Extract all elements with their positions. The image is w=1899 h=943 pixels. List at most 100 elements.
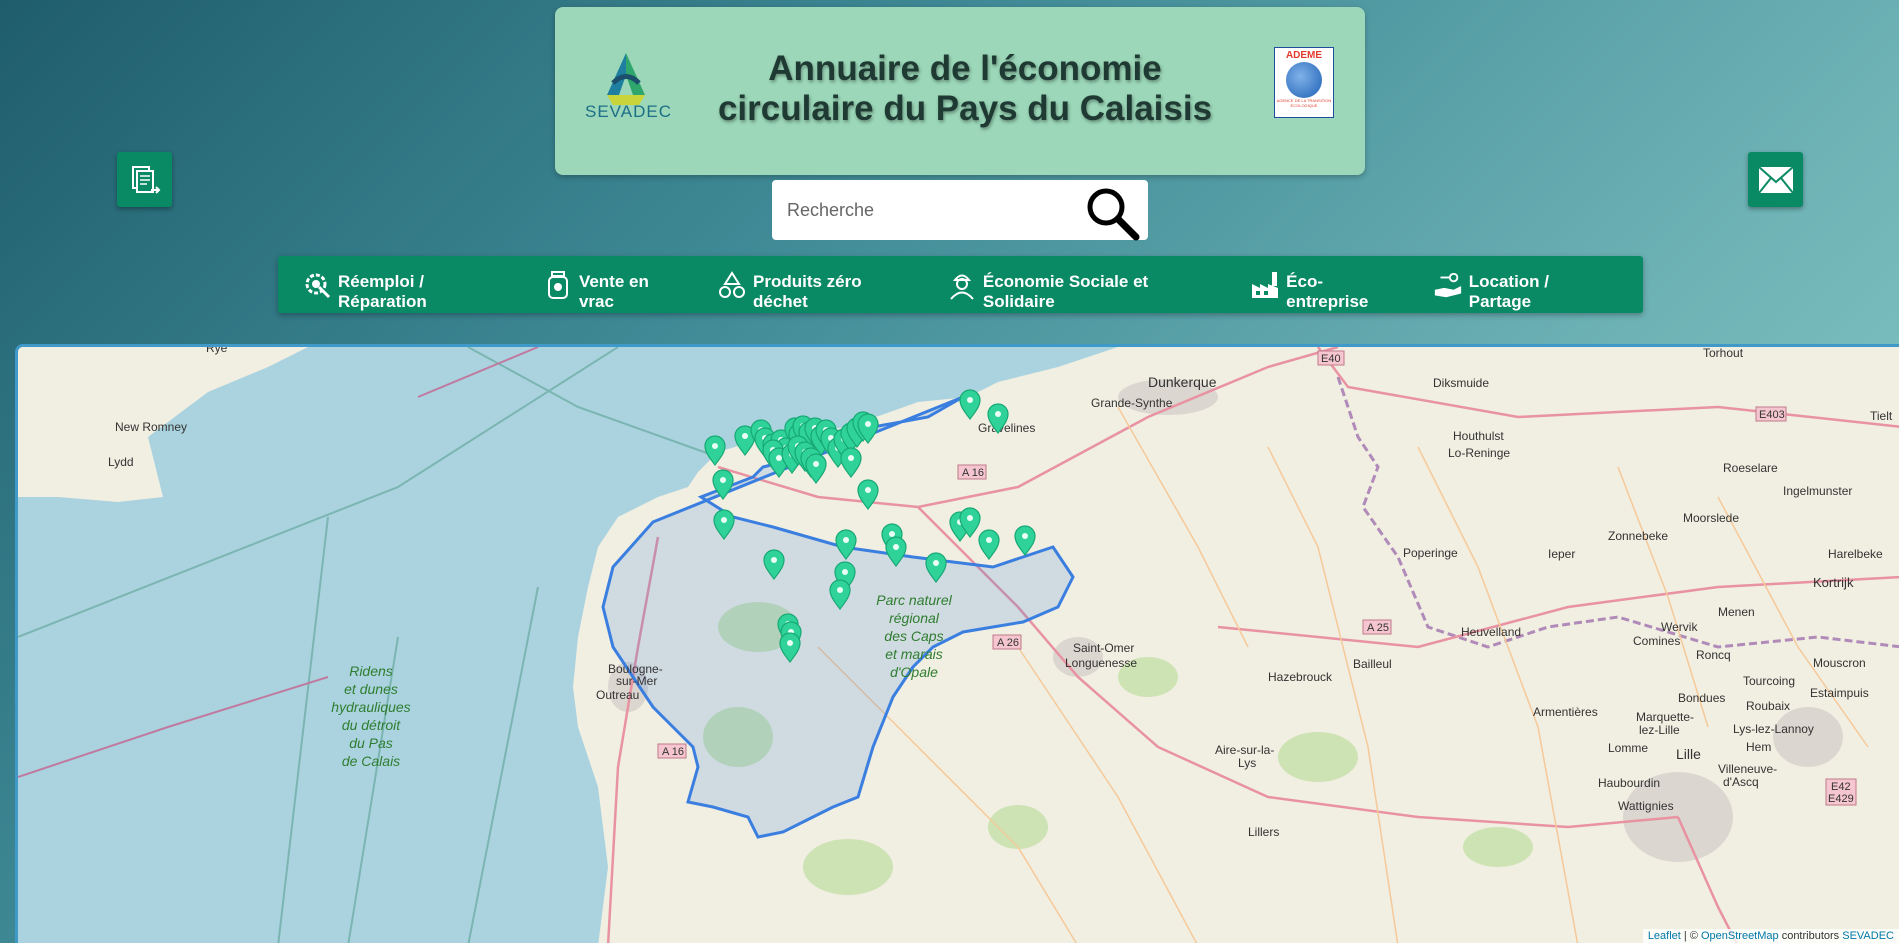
label-hem: Hem [1746,740,1771,754]
label-lydd: Lydd [108,455,134,469]
document-export-icon [131,165,160,194]
nav-label: Réemploi / Réparation [338,271,427,311]
title-line-2: circulaire du Pays du Calaisis [717,89,1213,128]
label-wattignies: Wattignies [1618,799,1674,813]
label-outreau: Outreau [596,688,639,702]
label-menen: Menen [1718,605,1755,619]
road-e403: E403 [1759,409,1785,421]
recycle-icon [717,269,747,301]
label-wervik: Wervik [1661,620,1698,634]
label-gravelines: Gravelines [978,421,1035,435]
label-new-romney: New Romney [115,420,187,434]
label-ieper: Ieper [1548,547,1575,561]
contact-email-button[interactable] [1748,152,1803,207]
label-dascq: d'Ascq [1723,775,1759,789]
jar-icon [544,269,573,301]
label-lomme: Lomme [1608,741,1648,755]
label-lillers: Lillers [1248,825,1279,839]
label-lys-lez-lannoy: Lys-lez-Lannoy [1733,722,1814,736]
label-ridens-3: hydrauliques [331,699,410,715]
header-card: SEVADEC Annuaire de l'économie circulair… [555,7,1365,175]
label-moorslede: Moorslede [1683,511,1739,525]
road-e42: E42 [1831,781,1851,793]
map-attribution: Leaflet | © OpenStreetMap contributors S… [1642,929,1899,943]
label-hazebrouck: Hazebrouck [1268,670,1333,684]
nav-label: Produits zéro déchet [753,271,862,311]
road-a16-south: A 16 [662,746,684,758]
title-line-1: Annuaire de l'économie [768,49,1162,88]
label-aire-1: Aire-sur-la- [1215,743,1274,757]
label-parc-4: et marais [885,646,943,662]
nav-item-zero-dechet[interactable]: Produits zéro déchet [717,258,917,312]
label-heuvelland: Heuvelland [1461,625,1521,639]
attribution-separator: | © [1680,930,1701,942]
ademe-logo-subtitle: AGENCE DE LA TRANSITION ÉCOLOGIQUE [1276,98,1332,108]
leaflet-link[interactable]: Leaflet [1648,930,1681,942]
label-houthulst: Houthulst [1453,429,1504,443]
label-bondues: Bondues [1678,691,1725,705]
nav-item-reemploi[interactable]: Réemploi / Réparation [302,258,513,312]
label-parc-3: des Caps [884,628,943,644]
nav-item-location[interactable]: Location / Partage [1433,258,1612,312]
label-zonnebeke: Zonnebeke [1608,529,1668,543]
sevadec-link[interactable]: SEVADEC [1842,930,1894,942]
label-roncq: Roncq [1696,648,1731,662]
label-villeneuve: Villeneuve- [1718,762,1777,776]
label-haubourdin: Haubourdin [1598,776,1660,790]
attribution-text: contributors [1778,930,1843,942]
nav-item-vrac[interactable]: Vente en vrac [544,258,686,312]
worker-icon [948,269,977,301]
globe-icon [1286,62,1322,98]
nav-label: Location / Partage [1468,271,1550,311]
osm-link[interactable]: OpenStreetMap [1701,930,1779,942]
factory-icon [1250,269,1280,301]
label-boulogne-2: sur-Mer [616,674,657,688]
label-bailleul: Bailleul [1353,657,1392,671]
nav-label: Éco-entreprise [1286,271,1369,311]
export-list-button[interactable] [117,152,172,207]
ademe-logo: ADEME AGENCE DE LA TRANSITION ÉCOLOGIQUE [1274,47,1334,118]
label-mouscron: Mouscron [1813,656,1866,670]
label-dunkerque: Dunkerque [1148,374,1217,390]
label-harelbeke: Harelbeke [1828,547,1883,561]
label-lez-lille: lez-Lille [1639,723,1680,737]
search-icon[interactable] [1084,185,1140,241]
envelope-icon [1757,165,1794,194]
map-canvas[interactable]: Dunkerque Grande-Synthe Gravelines New R… [18,347,1899,943]
search-box [772,180,1148,241]
road-a16-north: A 16 [962,467,984,479]
search-input[interactable] [787,192,1077,228]
nav-item-ess[interactable]: Économie Sociale et Solidaire [948,258,1220,312]
repair-gear-icon [302,269,332,301]
label-parc-1: Parc naturel [876,592,952,608]
label-estaimpuis: Estaimpuis [1810,686,1869,700]
sevadec-logo-text: SEVADEC [585,102,672,121]
hand-key-icon [1433,269,1463,301]
category-navbar: Réemploi / Réparation Vente en vrac Prod… [278,256,1643,313]
label-torhout: Torhout [1703,347,1744,360]
road-e429: E429 [1828,793,1854,805]
label-lille: Lille [1676,746,1701,762]
label-diksmuide: Diksmuide [1433,376,1489,390]
label-ridens-4: du détroit [342,717,401,733]
label-ridens-6: de Calais [342,753,400,769]
road-a26: A 26 [997,637,1019,649]
label-saint-omer: Saint-Omer [1073,641,1134,655]
label-ridens-1: Ridens [349,663,393,679]
nav-label: Vente en vrac [578,271,649,311]
nav-item-eco-entreprise[interactable]: Éco-entreprise [1250,258,1402,312]
label-grande-synthe: Grande-Synthe [1091,396,1173,410]
label-poperinge: Poperinge [1403,546,1458,560]
label-tourcoing: Tourcoing [1743,674,1795,688]
label-longuenesse: Longuenesse [1065,656,1137,670]
road-a25: A 25 [1367,622,1389,634]
label-tielt: Tielt [1870,409,1893,423]
label-armentieres: Armentières [1533,705,1598,719]
label-roubaix: Roubaix [1746,699,1790,713]
label-comines: Comines [1633,634,1680,648]
map-view[interactable]: Dunkerque Grande-Synthe Gravelines New R… [15,344,1899,943]
label-rye: Rye [206,347,228,355]
label-kortrijk: Kortrijk [1813,575,1854,590]
label-aire-2: Lys [1238,756,1256,770]
label-parc-2: régional [889,610,940,626]
